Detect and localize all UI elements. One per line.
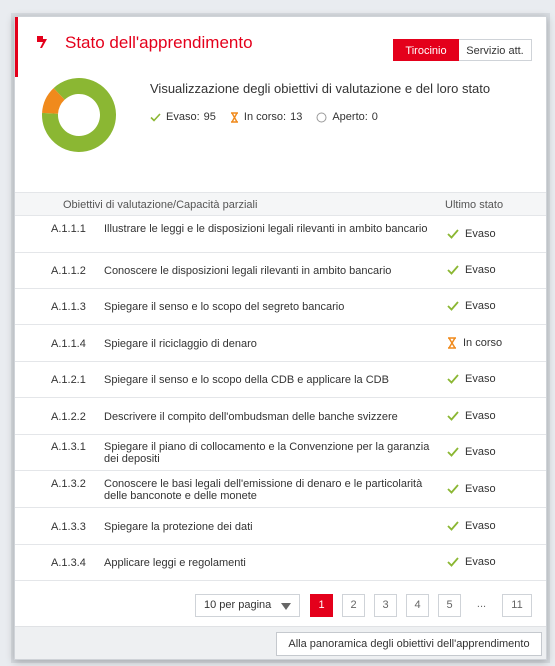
page-title: Stato dell'apprendimento bbox=[65, 33, 253, 52]
objective-text: Spiegare il senso e lo scopo del segreto… bbox=[104, 301, 345, 313]
stat-value: 0 bbox=[371, 111, 378, 123]
column-header-objectives: Obiettivi di valutazione/Capacità parzia… bbox=[63, 199, 258, 211]
status-cell: Evaso bbox=[447, 373, 496, 385]
check-icon bbox=[447, 301, 459, 311]
objective-code: A.1.3.2 bbox=[51, 477, 86, 490]
status-cell: Evaso bbox=[447, 556, 496, 568]
status-cell: Evaso bbox=[447, 228, 496, 240]
stat-label: Aperto: bbox=[332, 111, 368, 123]
stat-label: In corso: bbox=[243, 111, 287, 123]
objective-text: Conoscere le basi legali dell'emissione … bbox=[104, 477, 423, 502]
status-label: Evaso bbox=[465, 264, 496, 276]
status-label: Evaso bbox=[465, 482, 496, 495]
page-button-1[interactable]: 1 bbox=[310, 594, 333, 617]
table-row[interactable]: A.1.1.2 Conoscere le disposizioni legali … bbox=[15, 253, 546, 289]
status-summary: Evaso: 95 In corso: 13 Aperto: 0 bbox=[150, 111, 392, 123]
table-row[interactable]: A.1.2.1 Spiegare il senso e lo scopo dell… bbox=[15, 362, 546, 398]
check-icon bbox=[447, 447, 459, 457]
objectives-table: A.1.1.1 Illustrare le leggi e le disposiz… bbox=[15, 217, 546, 581]
check-icon bbox=[447, 265, 459, 275]
status-cell: Evaso bbox=[447, 483, 496, 495]
caret-down-icon bbox=[281, 603, 291, 610]
status-cell: Evaso bbox=[447, 300, 496, 312]
objective-text: Illustrare le leggi e le disposizioni le… bbox=[104, 223, 428, 235]
objective-text: Spiegare il riciclaggio di denaro bbox=[104, 337, 257, 350]
tab-tirocinio[interactable]: Tirocinio bbox=[393, 39, 459, 61]
overview-button[interactable]: Alla panoramica degli obiettivi dell'app… bbox=[276, 632, 542, 656]
hourglass-icon bbox=[230, 111, 238, 123]
per-page-value: 10 per pagina bbox=[204, 599, 272, 611]
bank-logo-icon bbox=[35, 35, 49, 54]
table-header: Obiettivi di valutazione/Capacità parzia… bbox=[15, 192, 546, 216]
table-row[interactable]: A.1.3.4 Applicare leggi e regolamenti Evas… bbox=[15, 545, 546, 581]
hourglass-icon bbox=[448, 336, 456, 349]
table-row[interactable]: A.1.3.3 Spiegare la protezione dei dati Ev… bbox=[15, 508, 546, 545]
status-donut-chart bbox=[42, 78, 117, 152]
status-label: Evaso bbox=[465, 228, 496, 240]
status-label: Evaso bbox=[465, 409, 496, 422]
status-cell: In corso bbox=[447, 337, 502, 349]
table-row[interactable]: A.1.3.2 Conoscere le basi legali dell'emi… bbox=[15, 471, 546, 508]
status-label: Evaso bbox=[465, 300, 496, 312]
objective-code: A.1.1.2 bbox=[51, 265, 86, 277]
status-cell: Evaso bbox=[447, 446, 496, 458]
learning-status-card: Stato dell'apprendimento Tirocinio Servi… bbox=[14, 16, 547, 660]
objective-code: A.1.3.4 bbox=[51, 557, 86, 569]
page-button-11[interactable]: 11 bbox=[502, 594, 532, 617]
circle-icon bbox=[316, 112, 327, 122]
status-label: Evaso bbox=[465, 446, 496, 458]
objective-code: A.1.2.1 bbox=[51, 374, 86, 386]
page-button-5[interactable]: 5 bbox=[438, 594, 461, 617]
card-footer: Alla panoramica degli obiettivi dell'app… bbox=[15, 626, 546, 659]
status-cell: Evaso bbox=[447, 264, 496, 276]
card-header: Stato dell'apprendimento Tirocinio Servi… bbox=[15, 17, 546, 61]
objective-text: Spiegare la protezione dei dati bbox=[104, 520, 253, 533]
stat-in-corso: In corso: 13 bbox=[230, 111, 302, 123]
check-icon bbox=[150, 112, 161, 122]
stat-value: 95 bbox=[203, 111, 216, 123]
objective-text: Applicare leggi e regolamenti bbox=[104, 557, 246, 569]
page-button-4[interactable]: 4 bbox=[406, 594, 429, 617]
check-icon bbox=[447, 410, 459, 421]
objective-text: Conoscere le disposizioni legali rilevan… bbox=[104, 265, 392, 277]
objective-code: A.1.2.2 bbox=[51, 410, 86, 423]
check-icon bbox=[447, 483, 459, 494]
check-icon bbox=[447, 557, 459, 567]
objective-text: Spiegare il piano di collocamento e la C… bbox=[104, 441, 430, 465]
check-icon bbox=[447, 374, 459, 384]
stat-value: 13 bbox=[290, 111, 303, 123]
pagination: 10 per pagina 1 2 3 4 5 ... 11 bbox=[15, 586, 546, 626]
check-icon bbox=[447, 229, 459, 239]
check-icon bbox=[447, 520, 459, 531]
table-row[interactable]: A.1.1.3 Spiegare il senso e lo scopo del … bbox=[15, 289, 546, 325]
per-page-select[interactable]: 10 per pagina bbox=[195, 594, 300, 617]
objective-code: A.1.3.3 bbox=[51, 520, 86, 533]
table-row[interactable]: A.1.2.2 Descrivere il compito dell'ombuds… bbox=[15, 398, 546, 435]
status-cell: Evaso bbox=[447, 410, 496, 422]
stat-aperto: Aperto: 0 bbox=[316, 111, 378, 123]
objective-code: A.1.1.1 bbox=[51, 223, 86, 235]
page-button-2[interactable]: 2 bbox=[342, 594, 365, 617]
objective-code: A.1.1.4 bbox=[51, 337, 86, 350]
stat-label: Evaso: bbox=[166, 111, 200, 123]
status-label: Evaso bbox=[465, 373, 496, 385]
status-label: In corso bbox=[463, 336, 503, 349]
status-cell: Evaso bbox=[447, 520, 496, 532]
tab-bar: Tirocinio Servizio att. bbox=[393, 39, 532, 61]
objective-text: Spiegare il senso e lo scopo della CDB e… bbox=[104, 374, 389, 386]
column-header-status: Ultimo stato bbox=[445, 199, 504, 211]
objective-code: A.1.3.1 bbox=[51, 441, 86, 453]
stat-evaso: Evaso: 95 bbox=[150, 111, 216, 123]
page-ellipsis: ... bbox=[476, 598, 487, 610]
summary-description: Visualizzazione degli obiettivi di valut… bbox=[150, 81, 491, 96]
page-button-3[interactable]: 3 bbox=[374, 594, 397, 617]
table-row[interactable]: A.1.1.4 Spiegare il riciclaggio di denaro… bbox=[15, 325, 546, 362]
tab-servizio-att[interactable]: Servizio att. bbox=[459, 39, 532, 61]
status-label: Evaso bbox=[465, 519, 496, 532]
status-label: Evaso bbox=[465, 556, 496, 568]
objective-text: Descrivere il compito dell'ombudsman del… bbox=[104, 410, 398, 423]
table-row[interactable]: A.1.3.1 Spiegare il piano di collocamento… bbox=[15, 435, 546, 471]
objective-code: A.1.1.3 bbox=[51, 301, 86, 313]
table-row[interactable]: A.1.1.1 Illustrare le leggi e le disposiz… bbox=[15, 217, 546, 253]
